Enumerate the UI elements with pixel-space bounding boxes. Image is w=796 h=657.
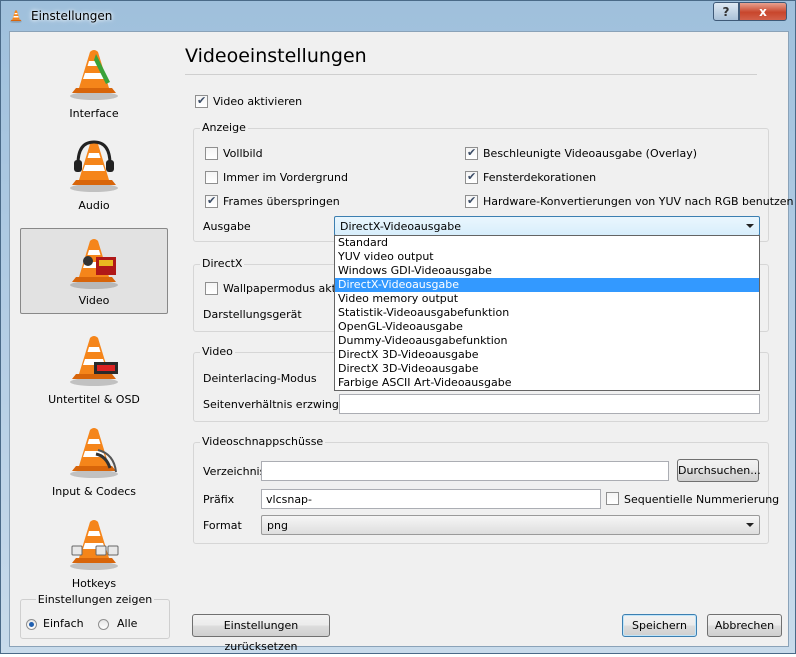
help-button[interactable]: ? [713, 2, 739, 21]
sidebar-item-label: Untertitel & OSD [48, 393, 140, 406]
directory-input[interactable] [261, 461, 669, 481]
fullscreen-checkbox[interactable] [205, 147, 218, 160]
dropdown-option[interactable]: Dummy-Videoausgabefunktion [335, 334, 759, 348]
category-sidebar: Interface Audio Video Untertitel & OSD I… [20, 40, 170, 600]
window-decorations-checkbox[interactable] [465, 170, 478, 184]
show-settings-caption: Einstellungen zeigen [35, 593, 155, 606]
dropdown-option[interactable]: DirectX 3D-Videoausgabe [335, 362, 759, 376]
window-decorations-label: Fensterdekorationen [483, 171, 597, 184]
dropdown-option[interactable]: OpenGL-Videoausgabe [335, 320, 759, 334]
sidebar-item-label: Audio [78, 199, 110, 212]
aspect-ratio-input[interactable] [339, 394, 760, 414]
sidebar-item-audio[interactable]: Audio [20, 132, 168, 218]
browse-button[interactable]: Durchsuchen... [677, 459, 761, 482]
interface-cone-icon [70, 50, 118, 100]
preferences-window: Einstellungen ? x Interface Audio Video … [0, 0, 796, 654]
output-select[interactable]: DirectX-Videoausgabe [334, 216, 760, 236]
output-dropdown-list: Standard YUV video output Windows GDI-Vi… [334, 235, 760, 391]
enable-video-label: Video aktivieren [213, 95, 303, 108]
chevron-down-icon [746, 523, 754, 527]
always-on-top-label: Immer im Vordergrund [223, 171, 348, 184]
hw-yuv-label: Hardware-Konvertierungen von YUV nach RG… [483, 195, 794, 208]
dropdown-option[interactable]: Video memory output [335, 292, 759, 306]
format-select-value: png [267, 519, 288, 532]
chevron-down-icon [746, 224, 754, 228]
deinterlace-label: Deinterlacing-Modus [203, 372, 317, 385]
sidebar-item-label: Input & Codecs [52, 485, 136, 498]
cancel-button[interactable]: Abbrechen [707, 614, 782, 637]
window-title: Einstellungen [31, 9, 113, 23]
dropdown-option[interactable]: YUV video output [335, 250, 759, 264]
output-label: Ausgabe [203, 220, 251, 233]
save-button[interactable]: Speichern [622, 614, 697, 637]
all-radio[interactable] [98, 619, 109, 630]
dropdown-option[interactable]: Statistik-Videoausgabefunktion [335, 306, 759, 320]
close-button[interactable]: x [739, 2, 787, 21]
format-select[interactable]: png [261, 515, 760, 535]
sidebar-item-hotkeys[interactable]: Hotkeys [20, 510, 168, 596]
sidebar-item-interface[interactable]: Interface [20, 40, 168, 126]
display-group-caption: Anzeige [200, 121, 248, 134]
subtitles-cone-icon [70, 336, 118, 386]
directx-group-caption: DirectX [200, 257, 245, 270]
all-radio-label: Alle [117, 617, 138, 630]
sidebar-item-label: Video [78, 294, 110, 307]
directory-label: Verzeichnis [203, 465, 266, 478]
simple-radio[interactable] [26, 619, 37, 630]
hw-yuv-checkbox[interactable] [465, 194, 478, 208]
sidebar-item-label: Interface [69, 107, 119, 120]
close-icon: x [759, 4, 767, 19]
output-select-value: DirectX-Videoausgabe [340, 220, 461, 233]
simple-radio-label: Einfach [43, 617, 84, 630]
sequential-numbering-label: Sequentielle Nummerierung [624, 493, 780, 506]
always-on-top-checkbox[interactable] [205, 171, 218, 184]
overlay-label: Beschleunigte Videoausgabe (Overlay) [483, 147, 698, 160]
enable-video-checkbox[interactable] [195, 94, 208, 108]
prefix-label: Präfix [203, 493, 235, 506]
prefix-input[interactable]: vlcsnap- [261, 489, 601, 509]
input-codecs-cone-icon [70, 428, 118, 478]
audio-headphones-icon [70, 140, 118, 192]
render-device-label: Darstellungsgerät [203, 308, 302, 321]
dropdown-option[interactable]: DirectX 3D-Videoausgabe [335, 348, 759, 362]
vlc-logo-icon [10, 10, 22, 23]
dialog-body: Interface Audio Video Untertitel & OSD I… [9, 31, 794, 653]
aspect-ratio-label: Seitenverhältnis erzwingen [203, 398, 353, 411]
overlay-checkbox[interactable] [465, 146, 478, 160]
hotkeys-cone-icon [70, 520, 119, 570]
fullscreen-label: Vollbild [223, 147, 263, 160]
wallpaper-checkbox[interactable] [205, 282, 218, 295]
sidebar-item-input-codecs[interactable]: Input & Codecs [20, 418, 168, 504]
reset-preferences-button[interactable]: Einstellungen zurücksetzen [192, 614, 330, 653]
sidebar-item-subtitles-osd[interactable]: Untertitel & OSD [20, 326, 168, 412]
sidebar-item-label: Hotkeys [71, 577, 117, 590]
show-settings-group: Einstellungen zeigen Einfach Alle [20, 593, 170, 639]
video-cone-icon [70, 239, 118, 289]
snapshots-group-caption: Videoschnappschüsse [200, 435, 326, 448]
dropdown-option-selected[interactable]: DirectX-Videoausgabe [335, 278, 759, 292]
help-icon: ? [722, 4, 730, 19]
skip-frames-checkbox[interactable] [205, 194, 218, 208]
dropdown-option[interactable]: Windows GDI-Videoausgabe [335, 264, 759, 278]
sidebar-item-video[interactable]: Video [20, 228, 168, 314]
dropdown-option[interactable]: Farbige ASCII Art-Videoausgabe [335, 376, 759, 390]
sequential-numbering-checkbox[interactable] [606, 492, 619, 505]
dropdown-option[interactable]: Standard [335, 236, 759, 250]
title-bar[interactable]: Einstellungen ? x [1, 1, 795, 31]
title-divider [185, 74, 757, 75]
video-group-caption: Video [200, 345, 235, 358]
wallpaper-label: Wallpapermodus aktivi [223, 282, 349, 295]
page-title: Videoeinstellungen [185, 45, 367, 67]
format-label: Format [203, 519, 242, 532]
skip-frames-label: Frames überspringen [223, 195, 340, 208]
